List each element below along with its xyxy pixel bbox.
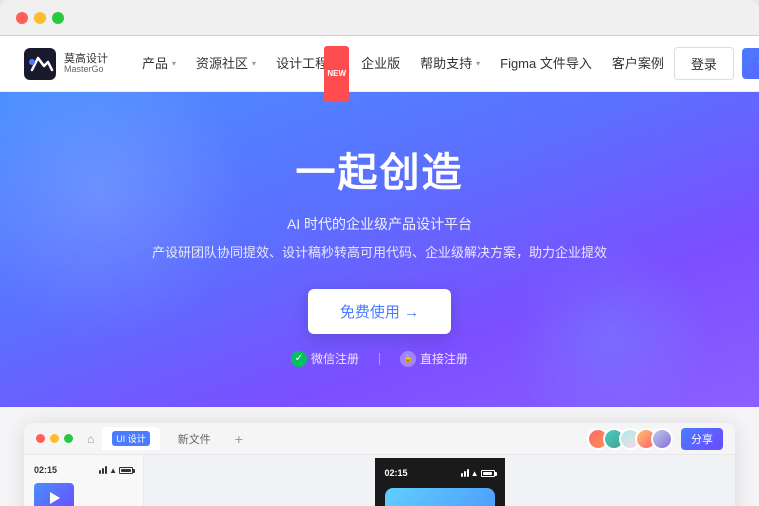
status-icons: ▲ <box>99 466 133 475</box>
canvas-area[interactable]: 02:15 ▲ <box>144 455 735 506</box>
hero-title: 一起创造 <box>24 140 735 198</box>
signal-icon <box>99 466 107 474</box>
phone-login[interactable]: 🔒 直接注册 <box>400 350 468 367</box>
share-button[interactable]: 分享 <box>681 428 723 450</box>
home-icon[interactable]: ⌂ <box>87 432 94 446</box>
dark-phone-status: 02:15 ▲ <box>385 468 495 478</box>
hero-social-login: ✓ 微信注册 🔒 直接注册 <box>24 350 735 367</box>
logo-en: MasterGo <box>64 65 108 75</box>
nav-items: 产品 ▾ 资源社区 ▾ 设计工程化 NEW 企业版 帮助支持 ▾ Figma 文… <box>132 36 674 92</box>
battery-icon <box>119 467 133 474</box>
app-content: 02:15 ▲ <box>24 455 735 506</box>
wechat-login[interactable]: ✓ 微信注册 <box>291 350 359 367</box>
chevron-down-icon: ▾ <box>476 36 480 92</box>
wifi-icon: ▲ <box>109 466 117 475</box>
wechat-icon: ✓ <box>291 351 307 367</box>
app-window: ⌂ UI 设计 新文件 + 分享 <box>24 423 735 506</box>
register-button[interactable]: 免费注册 <box>742 48 759 79</box>
app-window-bar: ⌂ UI 设计 新文件 + 分享 <box>24 423 735 455</box>
window-close[interactable] <box>36 434 45 443</box>
tab-new-file[interactable]: 新文件 <box>168 427 221 451</box>
chevron-down-icon: ▾ <box>252 36 256 92</box>
nav-item-cases[interactable]: 客户案例 <box>602 36 674 92</box>
nav-logo[interactable]: 莫高设计 MasterGo <box>24 48 108 80</box>
window-dots <box>36 434 73 443</box>
avatar-5 <box>651 428 673 450</box>
dark-battery-icon <box>481 470 495 477</box>
logo-text: 莫高设计 MasterGo <box>64 53 108 75</box>
nav-item-products[interactable]: 产品 ▾ <box>132 36 186 92</box>
nav-item-help[interactable]: 帮助支持 ▾ <box>410 36 490 92</box>
add-tab-button[interactable]: + <box>229 431 249 447</box>
logo-icon <box>24 48 56 80</box>
navigation: 莫高设计 MasterGo 产品 ▾ 资源社区 ▾ 设计工程化 NEW 企业版 … <box>0 36 759 92</box>
dark-wifi-icon: ▲ <box>471 469 479 478</box>
phone-status-bar: 02:15 ▲ <box>34 465 133 475</box>
phone-time: 02:15 <box>34 465 57 475</box>
lock-icon: 🔒 <box>400 351 416 367</box>
chevron-down-icon: ▾ <box>172 36 176 92</box>
hero-subtitle: AI 时代的企业级产品设计平台 <box>24 214 735 234</box>
new-badge: NEW <box>324 46 349 102</box>
collaborator-avatars <box>587 428 673 450</box>
play-icon <box>50 492 60 504</box>
phone-frame-light: 02:15 ▲ <box>24 455 144 506</box>
app-preview-section: ⌂ UI 设计 新文件 + 分享 <box>0 407 759 506</box>
tab-actions: 分享 <box>587 428 723 450</box>
tab-ui-design[interactable]: UI 设计 <box>102 427 160 450</box>
dark-phone-time: 02:15 <box>385 468 408 478</box>
fullscreen-button[interactable] <box>52 12 64 24</box>
nav-actions: 登录 免费注册 <box>674 47 759 80</box>
social-divider <box>379 353 380 365</box>
phone-card <box>385 488 495 506</box>
nav-item-resources[interactable]: 资源社区 ▾ <box>186 36 266 92</box>
logo-cn: 莫高设计 <box>64 53 108 65</box>
website: 莫高设计 MasterGo 产品 ▾ 资源社区 ▾ 设计工程化 NEW 企业版 … <box>0 36 759 506</box>
phone-frame-dark: 02:15 ▲ <box>375 458 505 506</box>
window-maximize[interactable] <box>64 434 73 443</box>
phone-label: 直接注册 <box>420 350 468 367</box>
nav-item-enterprise[interactable]: 企业版 <box>351 36 410 92</box>
minimize-button[interactable] <box>34 12 46 24</box>
tab-badge: UI 设计 <box>112 431 150 446</box>
hero-desc: 产设研团队协同提效、设计稿秒转高可用代码、企业级解决方案，助力企业提效 <box>24 242 735 261</box>
close-button[interactable] <box>16 12 28 24</box>
hero-cta-button[interactable]: 免费使用 → <box>308 289 451 334</box>
wechat-label: 微信注册 <box>311 350 359 367</box>
dark-status-icons: ▲ <box>461 469 495 478</box>
nav-item-engineering[interactable]: 设计工程化 NEW <box>266 36 351 92</box>
login-button[interactable]: 登录 <box>674 47 734 80</box>
nav-item-figma[interactable]: Figma 文件导入 <box>490 36 602 92</box>
browser-chrome <box>0 0 759 36</box>
traffic-lights <box>16 12 64 24</box>
video-thumbnail[interactable] <box>34 483 74 506</box>
hero-section: 一起创造 AI 时代的企业级产品设计平台 产设研团队协同提效、设计稿秒转高可用代… <box>0 92 759 407</box>
window-minimize[interactable] <box>50 434 59 443</box>
dark-signal-icon <box>461 469 469 477</box>
